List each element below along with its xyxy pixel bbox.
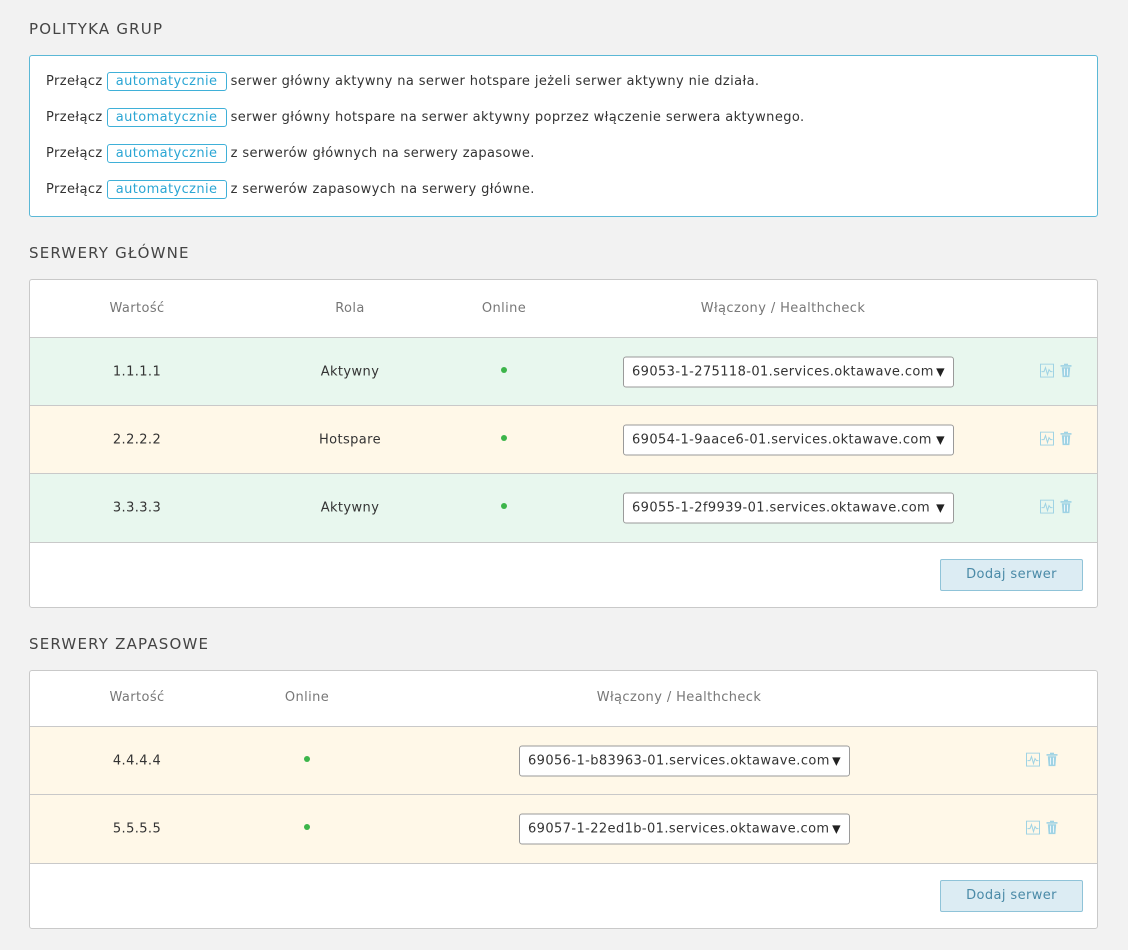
policy-title: POLITYKA GRUP (29, 20, 164, 38)
column-header-role: Rola (335, 301, 365, 316)
policy-prefix: Przełącz (46, 182, 103, 197)
server-role: Hotspare (318, 432, 382, 447)
row-actions (1040, 431, 1073, 446)
column-header-online: Online (481, 301, 527, 316)
primary-servers-table: Wartość Rola Online Włączony / Healthche… (29, 279, 1098, 608)
healthcheck-selected-value: 69054-1-9aace6-01.services.oktawave.com (632, 432, 932, 447)
policy-mode-toggle[interactable]: automatycznie (106, 180, 227, 199)
online-indicator (304, 756, 310, 762)
policy-mode-toggle[interactable]: automatycznie (106, 108, 227, 127)
policy-text: serwer główny aktywny na serwer hotspare… (230, 74, 760, 89)
table-row: 1.1.1.1 Aktywny 69053-1-275118-01.servic… (30, 338, 1097, 406)
chevron-down-icon: ▼ (936, 365, 945, 378)
table-header: Wartość Rola Online Włączony / Healthche… (30, 280, 1097, 338)
pulse-chart-icon[interactable] (1026, 752, 1040, 767)
online-indicator (501, 435, 507, 441)
column-header-online: Online (284, 690, 330, 705)
server-value: 2.2.2.2 (112, 432, 162, 447)
pulse-chart-icon[interactable] (1040, 499, 1054, 514)
trash-icon[interactable] (1045, 752, 1059, 766)
healthcheck-select[interactable]: 69057-1-22ed1b-01.services.oktawave.com … (519, 813, 850, 845)
policy-panel: Przełącz automatycznie serwer główny aktyw… (29, 55, 1098, 217)
server-role: Aktywny (320, 500, 380, 516)
server-value: 3.3.3.3 (112, 500, 162, 516)
backup-servers-table: Wartość Online Włączony / Healthcheck 4.… (29, 670, 1098, 929)
page: POLITYKA GRUP Przełącz automatycznie serwe… (0, 0, 1128, 950)
chevron-down-icon: ▼ (832, 754, 841, 767)
trash-icon[interactable] (1059, 431, 1073, 445)
policy-mode-toggle[interactable]: automatycznie (106, 72, 227, 91)
trash-icon[interactable] (1059, 499, 1073, 514)
policy-text: z serwerów zapasowych na serwery główne. (230, 182, 535, 197)
policy-prefix: Przełącz (46, 74, 103, 89)
policy-row: Przełącz automatycznie serwer główny aktyw… (46, 72, 759, 92)
table-row: 5.5.5.5 69057-1-22ed1b-01.services.oktaw… (30, 795, 1097, 864)
add-primary-server-button[interactable]: Dodaj serwer (940, 559, 1083, 591)
backup-servers-title: SERWERY ZAPASOWE (29, 635, 210, 653)
healthcheck-select[interactable]: 69053-1-275118-01.services.oktawave.com … (623, 356, 954, 387)
policy-mode-toggle[interactable]: automatycznie (106, 144, 227, 163)
primary-servers-title: SERWERY GŁÓWNE (29, 244, 190, 262)
trash-icon[interactable] (1045, 820, 1059, 835)
add-backup-server-button[interactable]: Dodaj serwer (940, 880, 1083, 912)
healthcheck-selected-value: 69056-1-b83963-01.services.oktawave.com (528, 753, 830, 768)
online-indicator (501, 367, 507, 373)
server-value: 5.5.5.5 (112, 821, 162, 837)
policy-text: z serwerów głównych na serwery zapasowe. (230, 146, 535, 161)
table-row: 3.3.3.3 Aktywny 69055-1-2f9939-01.servic… (30, 474, 1097, 543)
healthcheck-select[interactable]: 69055-1-2f9939-01.services.oktawave.com … (623, 492, 954, 524)
row-actions (1040, 363, 1073, 378)
online-indicator (304, 824, 310, 830)
chevron-down-icon: ▼ (832, 822, 841, 836)
table-row: 4.4.4.4 69056-1-b83963-01.services.oktaw… (30, 727, 1097, 795)
policy-row: Przełącz automatycznie serwer główny hotsp… (46, 108, 805, 128)
table-row: 2.2.2.2 Hotspare 69054-1-9aace6-01.servi… (30, 406, 1097, 474)
trash-icon[interactable] (1059, 363, 1073, 377)
policy-prefix: Przełącz (46, 146, 103, 161)
chevron-down-icon: ▼ (936, 501, 945, 515)
policy-prefix: Przełącz (46, 110, 103, 125)
table-header: Wartość Online Włączony / Healthcheck (30, 671, 1097, 727)
healthcheck-selected-value: 69057-1-22ed1b-01.services.oktawave.com (528, 821, 830, 837)
online-indicator (501, 503, 507, 509)
row-actions (1026, 752, 1059, 767)
healthcheck-select[interactable]: 69056-1-b83963-01.services.oktawave.com … (519, 745, 850, 776)
policy-text: serwer główny hotspare na serwer aktywny… (230, 110, 805, 125)
chevron-down-icon: ▼ (936, 433, 945, 446)
pulse-chart-icon[interactable] (1040, 431, 1054, 446)
server-role: Aktywny (320, 364, 380, 379)
server-value: 4.4.4.4 (112, 753, 162, 768)
healthcheck-select[interactable]: 69054-1-9aace6-01.services.oktawave.com … (623, 424, 954, 455)
row-actions (1040, 499, 1073, 514)
healthcheck-selected-value: 69055-1-2f9939-01.services.oktawave.com (632, 500, 931, 516)
pulse-chart-icon[interactable] (1026, 820, 1040, 835)
server-value: 1.1.1.1 (112, 364, 162, 379)
healthcheck-selected-value: 69053-1-275118-01.services.oktawave.com (632, 364, 934, 379)
column-header-healthcheck: Włączony / Healthcheck (596, 690, 762, 705)
column-header-value: Wartość (109, 301, 165, 316)
policy-row: Przełącz automatycznie z serwerów głównych… (46, 144, 535, 164)
column-header-value: Wartość (109, 690, 165, 705)
column-header-healthcheck: Włączony / Healthcheck (700, 301, 866, 316)
pulse-chart-icon[interactable] (1040, 363, 1054, 378)
row-actions (1026, 820, 1059, 835)
policy-row: Przełącz automatycznie z serwerów zapasowy… (46, 180, 535, 200)
